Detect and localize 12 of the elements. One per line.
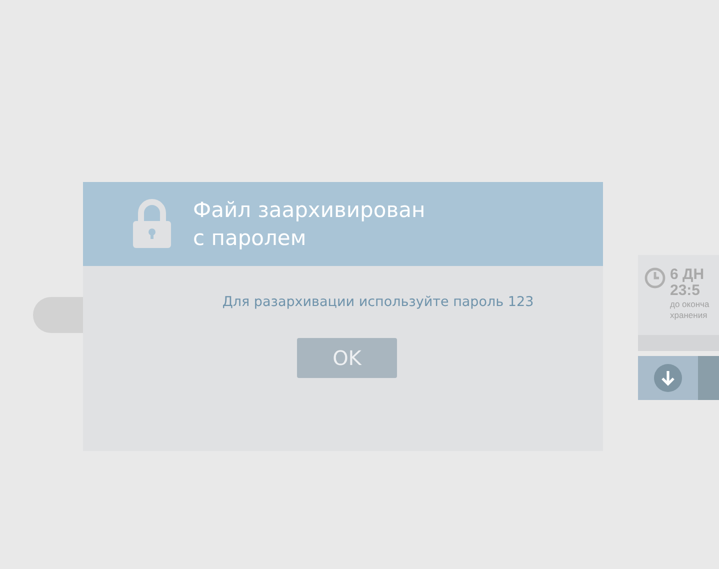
lock-icon bbox=[133, 199, 171, 249]
dialog-title: с паролем bbox=[193, 225, 308, 252]
time-left: 23:5 bbox=[670, 283, 702, 299]
download-icon bbox=[654, 364, 682, 392]
dialog-title: Файл заархивирован bbox=[193, 197, 426, 224]
clock-icon bbox=[644, 267, 666, 289]
days-left: 6 ДН bbox=[670, 267, 706, 283]
dialog-message: Для разархивации используйте пароль 123 bbox=[222, 294, 534, 310]
download-button[interactable] bbox=[638, 356, 698, 400]
ok-button[interactable]: OK bbox=[297, 338, 397, 378]
timer-caption: хранения bbox=[670, 310, 708, 321]
timer-caption: до оконча bbox=[670, 299, 710, 310]
